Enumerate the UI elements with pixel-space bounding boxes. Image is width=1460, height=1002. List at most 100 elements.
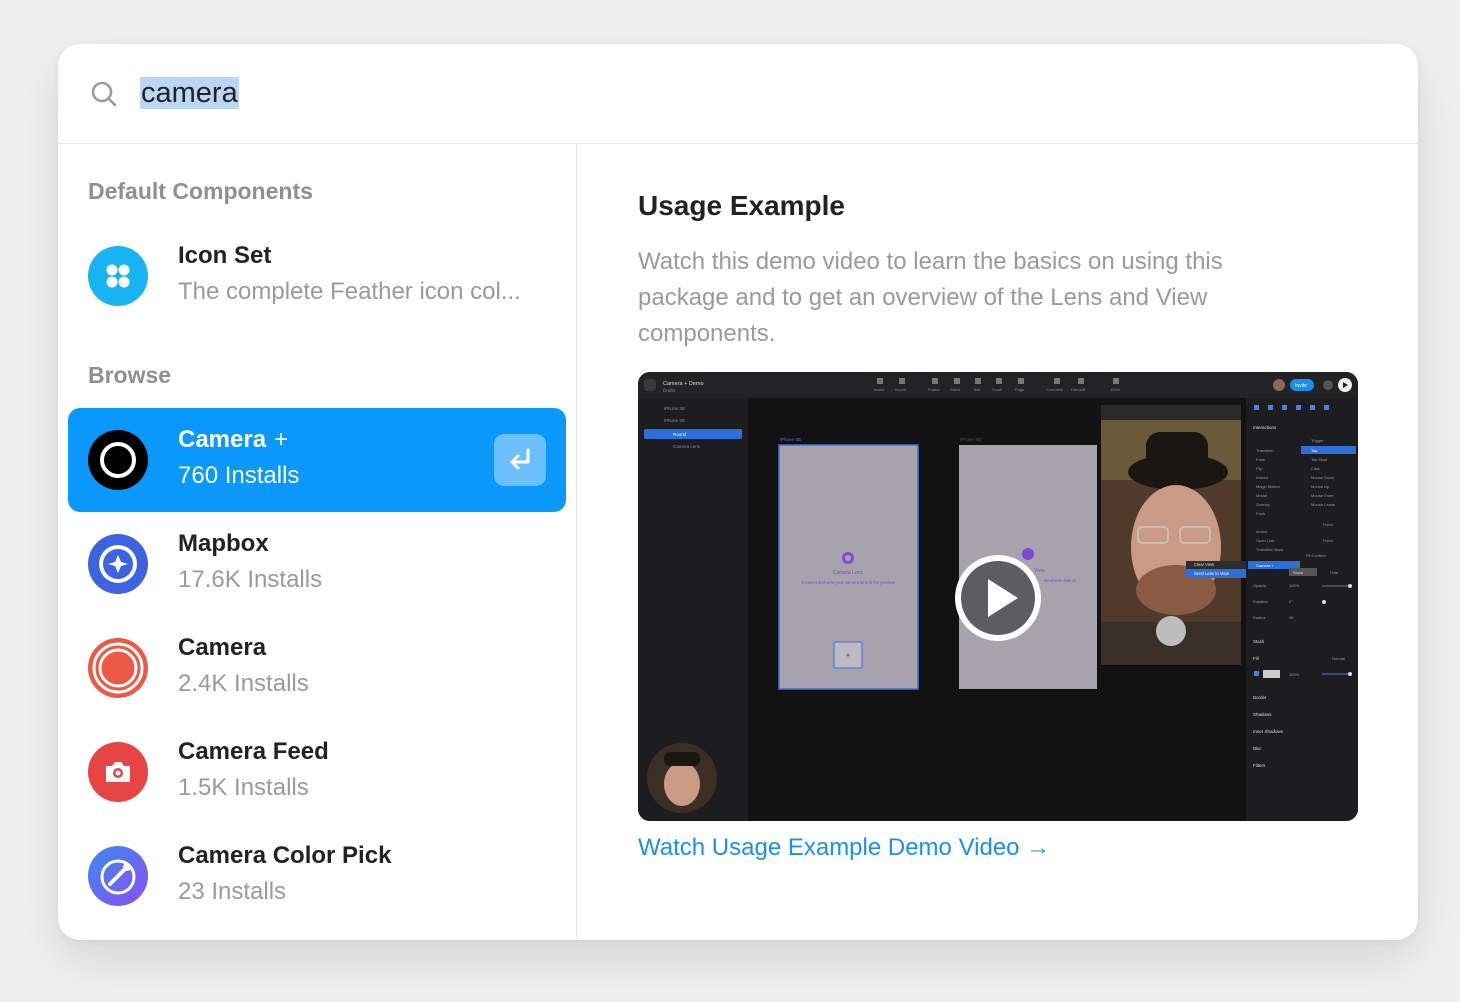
svg-text:Frame: Frame — [928, 387, 940, 392]
svg-text:35: 35 — [1289, 615, 1294, 620]
svg-text:Text: Text — [973, 387, 981, 392]
watch-demo-video-link[interactable]: Watch Usage Example Demo Video → — [638, 834, 1050, 862]
app-title: Camera + Demo — [663, 381, 704, 387]
svg-text:Shadows: Shadows — [1253, 712, 1272, 717]
svg-text:Open Link: Open Link — [1256, 538, 1274, 543]
svg-text:Comment: Comment — [1046, 387, 1064, 392]
play-button-icon[interactable] — [952, 552, 1044, 644]
svg-text:Click: Click — [1311, 466, 1320, 471]
enter-key-button[interactable] — [494, 434, 546, 486]
svg-text:Border: Border — [1253, 695, 1267, 700]
section-browse: Browse — [88, 362, 172, 388]
svg-text:Fixed: Fixed — [1323, 538, 1333, 543]
item-title: Camera + — [178, 426, 289, 453]
svg-text:Camera Lens: Camera Lens — [673, 444, 701, 449]
search-query-selection: camera — [140, 77, 239, 109]
item-title: Camera Color Pick — [178, 842, 392, 869]
svg-text:Fade: Fade — [1256, 457, 1266, 462]
svg-text:Interactions: Interactions — [1253, 425, 1277, 430]
grid-dots-icon — [88, 246, 148, 306]
svg-text:Radius: Radius — [1253, 615, 1265, 620]
svg-text:Tap Start: Tap Start — [1311, 457, 1328, 462]
svg-text:Fill: Fill — [1253, 656, 1259, 661]
svg-text:iPhone SE: iPhone SE — [780, 437, 801, 442]
detail-panel: Usage Example Watch this demo video to l… — [577, 144, 1418, 940]
svg-text:Clear View: Clear View — [1194, 562, 1215, 567]
svg-text:Mouse Down: Mouse Down — [1311, 475, 1334, 480]
svg-text:Show: Show — [1293, 570, 1303, 575]
item-subtitle: 760 Installs — [178, 462, 300, 489]
svg-text:Inner Shadows: Inner Shadows — [1253, 729, 1284, 734]
svg-text:Fixed: Fixed — [1323, 522, 1333, 527]
svg-text:iPhone SE: iPhone SE — [664, 406, 685, 411]
camera-ring-icon — [88, 430, 148, 490]
map-compass-icon — [88, 534, 148, 594]
search-bar: camera — [58, 44, 1418, 144]
svg-text:Blur: Blur — [1253, 746, 1262, 751]
item-subtitle: 17.6K Installs — [178, 566, 323, 593]
search-input[interactable]: camera — [140, 76, 239, 110]
svg-text:0°: 0° — [1289, 599, 1293, 604]
svg-text:Insert: Insert — [874, 387, 885, 392]
item-title: Mapbox — [178, 530, 269, 557]
svg-text:Camera +: Camera + — [1256, 563, 1274, 568]
list-item-icon-set[interactable]: Icon Set The complete Feather icon col..… — [68, 224, 566, 328]
svg-text:Send Lens to View: Send Lens to View — [1194, 571, 1230, 576]
item-title: Camera — [178, 634, 267, 661]
svg-text:Page: Page — [1015, 387, 1025, 392]
section-default-components: Default Components — [88, 178, 313, 204]
svg-text:Stack: Stack — [950, 387, 960, 392]
svg-text:Instant: Instant — [1256, 475, 1269, 480]
list-item-camera-plus[interactable]: Camera + 760 Installs — [68, 408, 566, 512]
svg-text:Magic Motion: Magic Motion — [1256, 484, 1280, 489]
svg-text:Connect and view your camera l: Connect and view your camera lens in the… — [801, 580, 896, 585]
svg-text:Flip: Flip — [1256, 466, 1263, 471]
svg-text:Mouse Leave: Mouse Leave — [1311, 502, 1336, 507]
svg-text:Tap: Tap — [1311, 448, 1318, 453]
item-subtitle: The complete Feather icon col... — [178, 278, 521, 305]
svg-text:Normal: Normal — [1332, 656, 1345, 661]
svg-text:Stack: Stack — [1253, 639, 1265, 644]
svg-text:Modal: Modal — [1256, 493, 1267, 498]
svg-text:Camera Lens: Camera Lens — [833, 570, 864, 576]
list-item-camera-feed[interactable]: Camera Feed 1.5K Installs — [68, 720, 566, 824]
item-subtitle: 23 Installs — [178, 878, 287, 905]
svg-text:100%: 100% — [1110, 387, 1121, 392]
item-title: Icon Set — [178, 242, 272, 269]
svg-text:Filters: Filters — [1253, 763, 1266, 768]
plus-label: + — [274, 426, 289, 453]
svg-text:Push: Push — [1256, 511, 1265, 516]
svg-text:Round: Round — [673, 432, 687, 437]
list-item-mapbox[interactable]: Mapbox 17.6K Installs — [68, 512, 566, 616]
camera-icon — [88, 742, 148, 802]
svg-text:100%: 100% — [1289, 672, 1300, 677]
svg-text:iPhone SE: iPhone SE — [664, 418, 685, 423]
svg-text:Trigger: Trigger — [1311, 438, 1324, 443]
demo-video-thumbnail[interactable]: Camera + Demo Drafts Insert Import Frame… — [638, 372, 1358, 821]
svg-text:Transition Back: Transition Back — [1256, 547, 1283, 552]
camera-ring-icon — [88, 638, 148, 698]
item-title: Camera Feed — [178, 738, 329, 765]
svg-text:Import: Import — [895, 387, 907, 392]
component-picker-dialog: camera Default Components Icon Set The c… — [58, 44, 1418, 940]
results-list: Default Components Icon Set The complete… — [58, 144, 577, 940]
svg-text:Handoff: Handoff — [1071, 387, 1086, 392]
svg-text:Mouse Up: Mouse Up — [1311, 484, 1330, 489]
svg-text:Hide: Hide — [1330, 570, 1339, 575]
svg-text:Opacity: Opacity — [1253, 583, 1267, 588]
svg-text:Rotation: Rotation — [1253, 599, 1268, 604]
app-subtitle: Drafts — [663, 388, 676, 393]
list-item-camera[interactable]: Camera 2.4K Installs — [68, 616, 566, 720]
svg-text:100%: 100% — [1289, 583, 1300, 588]
svg-text:send lens data to: send lens data to — [1044, 578, 1077, 583]
usage-example-title: Usage Example — [638, 190, 845, 221]
svg-text:Overlay: Overlay — [1256, 502, 1270, 507]
color-picker-icon — [88, 846, 148, 906]
item-subtitle: 2.4K Installs — [178, 670, 309, 697]
list-item-camera-color-pick[interactable]: Camera Color Pick 23 Installs — [68, 824, 566, 928]
svg-text:iPhone SE: iPhone SE — [960, 437, 981, 442]
svg-text:Mouse Enter: Mouse Enter — [1311, 493, 1334, 498]
usage-example-description: Watch this demo video to learn the basic… — [638, 248, 1223, 347]
svg-text:Invite: Invite — [1295, 383, 1307, 389]
search-icon — [91, 81, 117, 107]
